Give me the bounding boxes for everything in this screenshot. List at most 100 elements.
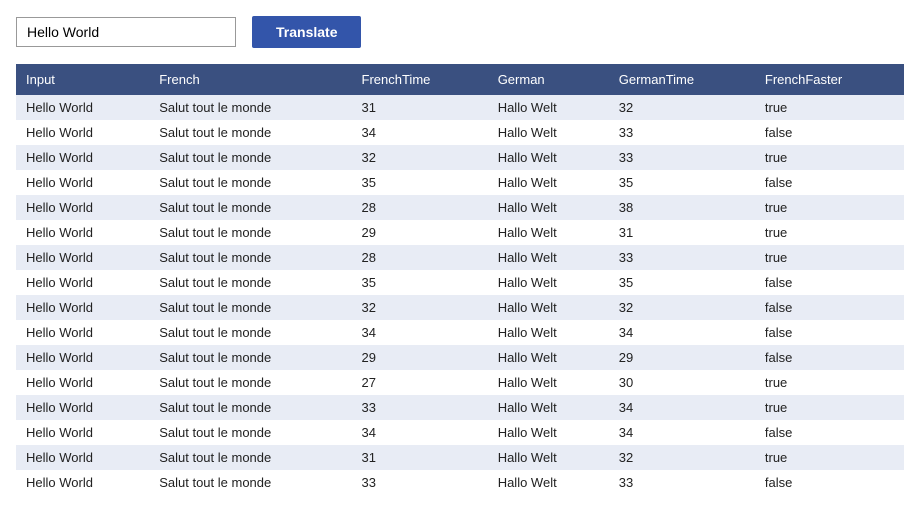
cell-frenchtime-9: 34: [352, 320, 488, 345]
cell-german-10: Hallo Welt: [488, 345, 609, 370]
table-row: Hello WorldSalut tout le monde33Hallo We…: [16, 395, 904, 420]
cell-frenchtime-8: 32: [352, 295, 488, 320]
table-row: Hello WorldSalut tout le monde29Hallo We…: [16, 220, 904, 245]
cell-germantime-2: 33: [609, 145, 755, 170]
cell-french-5: Salut tout le monde: [149, 220, 351, 245]
cell-frenchfaster-8: false: [755, 295, 904, 320]
cell-frenchfaster-6: true: [755, 245, 904, 270]
cell-german-6: Hallo Welt: [488, 245, 609, 270]
cell-german-13: Hallo Welt: [488, 420, 609, 445]
cell-french-0: Salut tout le monde: [149, 95, 351, 120]
cell-german-4: Hallo Welt: [488, 195, 609, 220]
cell-frenchtime-15: 33: [352, 470, 488, 495]
cell-germantime-3: 35: [609, 170, 755, 195]
cell-germantime-7: 35: [609, 270, 755, 295]
table-row: Hello WorldSalut tout le monde34Hallo We…: [16, 120, 904, 145]
cell-frenchfaster-10: false: [755, 345, 904, 370]
cell-frenchtime-11: 27: [352, 370, 488, 395]
cell-frenchtime-3: 35: [352, 170, 488, 195]
cell-french-9: Salut tout le monde: [149, 320, 351, 345]
cell-germantime-0: 32: [609, 95, 755, 120]
cell-input-10: Hello World: [16, 345, 149, 370]
table-row: Hello WorldSalut tout le monde29Hallo We…: [16, 345, 904, 370]
cell-frenchtime-7: 35: [352, 270, 488, 295]
cell-frenchtime-1: 34: [352, 120, 488, 145]
cell-germantime-9: 34: [609, 320, 755, 345]
cell-german-9: Hallo Welt: [488, 320, 609, 345]
cell-frenchtime-12: 33: [352, 395, 488, 420]
cell-input-15: Hello World: [16, 470, 149, 495]
cell-frenchfaster-11: true: [755, 370, 904, 395]
cell-frenchfaster-9: false: [755, 320, 904, 345]
column-header-french: French: [149, 64, 351, 95]
table-row: Hello WorldSalut tout le monde33Hallo We…: [16, 470, 904, 495]
cell-frenchfaster-15: false: [755, 470, 904, 495]
column-header-frenchtime: FrenchTime: [352, 64, 488, 95]
cell-french-11: Salut tout le monde: [149, 370, 351, 395]
cell-input-5: Hello World: [16, 220, 149, 245]
results-table: InputFrenchFrenchTimeGermanGermanTimeFre…: [16, 64, 904, 495]
column-header-german: German: [488, 64, 609, 95]
header-row: InputFrenchFrenchTimeGermanGermanTimeFre…: [16, 64, 904, 95]
cell-german-8: Hallo Welt: [488, 295, 609, 320]
cell-frenchfaster-7: false: [755, 270, 904, 295]
table-row: Hello WorldSalut tout le monde35Hallo We…: [16, 170, 904, 195]
cell-german-3: Hallo Welt: [488, 170, 609, 195]
cell-german-11: Hallo Welt: [488, 370, 609, 395]
cell-german-15: Hallo Welt: [488, 470, 609, 495]
cell-frenchfaster-5: true: [755, 220, 904, 245]
cell-input-3: Hello World: [16, 170, 149, 195]
cell-frenchtime-5: 29: [352, 220, 488, 245]
table-row: Hello WorldSalut tout le monde35Hallo We…: [16, 270, 904, 295]
toolbar: Translate: [16, 16, 904, 48]
table-row: Hello WorldSalut tout le monde34Hallo We…: [16, 420, 904, 445]
cell-germantime-10: 29: [609, 345, 755, 370]
cell-german-7: Hallo Welt: [488, 270, 609, 295]
cell-french-7: Salut tout le monde: [149, 270, 351, 295]
text-input[interactable]: [16, 17, 236, 47]
cell-input-11: Hello World: [16, 370, 149, 395]
cell-frenchtime-2: 32: [352, 145, 488, 170]
cell-french-8: Salut tout le monde: [149, 295, 351, 320]
cell-input-9: Hello World: [16, 320, 149, 345]
cell-germantime-1: 33: [609, 120, 755, 145]
cell-german-5: Hallo Welt: [488, 220, 609, 245]
cell-germantime-12: 34: [609, 395, 755, 420]
cell-frenchtime-13: 34: [352, 420, 488, 445]
cell-french-15: Salut tout le monde: [149, 470, 351, 495]
translate-button[interactable]: Translate: [252, 16, 361, 48]
cell-french-2: Salut tout le monde: [149, 145, 351, 170]
cell-frenchfaster-14: true: [755, 445, 904, 470]
cell-frenchfaster-12: true: [755, 395, 904, 420]
cell-german-14: Hallo Welt: [488, 445, 609, 470]
cell-germantime-5: 31: [609, 220, 755, 245]
cell-input-7: Hello World: [16, 270, 149, 295]
cell-germantime-13: 34: [609, 420, 755, 445]
cell-frenchtime-4: 28: [352, 195, 488, 220]
cell-germantime-14: 32: [609, 445, 755, 470]
table-header: InputFrenchFrenchTimeGermanGermanTimeFre…: [16, 64, 904, 95]
cell-input-2: Hello World: [16, 145, 149, 170]
cell-frenchtime-0: 31: [352, 95, 488, 120]
cell-germantime-8: 32: [609, 295, 755, 320]
cell-germantime-4: 38: [609, 195, 755, 220]
cell-german-1: Hallo Welt: [488, 120, 609, 145]
cell-frenchtime-14: 31: [352, 445, 488, 470]
cell-french-1: Salut tout le monde: [149, 120, 351, 145]
column-header-germantime: GermanTime: [609, 64, 755, 95]
cell-frenchfaster-0: true: [755, 95, 904, 120]
table-row: Hello WorldSalut tout le monde31Hallo We…: [16, 95, 904, 120]
table-row: Hello WorldSalut tout le monde28Hallo We…: [16, 245, 904, 270]
cell-germantime-15: 33: [609, 470, 755, 495]
table-body: Hello WorldSalut tout le monde31Hallo We…: [16, 95, 904, 495]
cell-french-6: Salut tout le monde: [149, 245, 351, 270]
cell-french-3: Salut tout le monde: [149, 170, 351, 195]
cell-french-4: Salut tout le monde: [149, 195, 351, 220]
cell-frenchfaster-13: false: [755, 420, 904, 445]
column-header-input: Input: [16, 64, 149, 95]
cell-input-8: Hello World: [16, 295, 149, 320]
cell-input-12: Hello World: [16, 395, 149, 420]
cell-input-1: Hello World: [16, 120, 149, 145]
cell-input-6: Hello World: [16, 245, 149, 270]
table-row: Hello WorldSalut tout le monde31Hallo We…: [16, 445, 904, 470]
